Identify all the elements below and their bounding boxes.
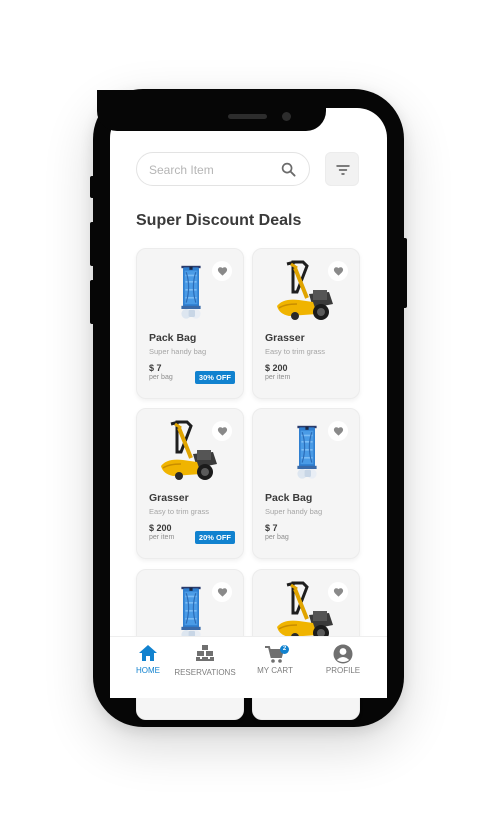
cart-count-badge: 2	[280, 645, 289, 654]
phone-notch	[97, 90, 326, 131]
product-unit: per item	[149, 534, 175, 541]
search-bar[interactable]	[136, 152, 310, 186]
phone-side-button	[402, 238, 407, 308]
speaker	[228, 114, 267, 119]
warehouse-icon	[196, 645, 214, 661]
favorite-button[interactable]	[328, 421, 348, 441]
pack-bag-image	[175, 259, 207, 327]
product-unit: per bag	[265, 534, 289, 541]
product-unit: per item	[265, 374, 291, 381]
phone-side-button	[90, 222, 95, 266]
heart-icon	[333, 587, 344, 598]
tab-reservations[interactable]: RESERVATIONS	[170, 637, 240, 699]
product-description: Easy to trim grass	[265, 347, 326, 356]
product-description: Super handy bag	[265, 507, 323, 516]
heart-icon	[217, 266, 228, 277]
favorite-button[interactable]	[212, 421, 232, 441]
filter-icon	[336, 165, 350, 175]
product-unit: per bag	[149, 374, 173, 381]
discount-badge: 30% OFF	[194, 371, 235, 384]
favorite-button[interactable]	[328, 582, 348, 602]
search-icon[interactable]	[281, 162, 296, 177]
product-card[interactable]: Pack Bag Super handy bag $ 7 per bag	[252, 408, 360, 559]
heart-icon	[217, 587, 228, 598]
favorite-button[interactable]	[212, 261, 232, 281]
favorite-button[interactable]	[212, 582, 232, 602]
product-name: Pack Bag	[149, 332, 197, 344]
product-card[interactable]: Pack Bag Super handy bag $ 7 per bag 30%…	[136, 248, 244, 399]
phone-side-button	[90, 280, 95, 324]
tab-label: MY CART	[257, 666, 293, 675]
filter-button[interactable]	[325, 152, 359, 186]
phone-side-button	[90, 176, 95, 198]
home-icon	[139, 645, 157, 661]
favorite-button[interactable]	[328, 261, 348, 281]
product-name: Grasser	[265, 332, 305, 344]
product-description: Easy to trim grass	[149, 507, 210, 516]
tab-label: RESERVATIONS	[174, 668, 236, 677]
tab-profile[interactable]: PROFILE	[308, 637, 378, 699]
front-camera	[282, 112, 291, 121]
product-card[interactable]: Grasser Easy to trim grass $ 200 per ite…	[136, 408, 244, 559]
product-description: Super handy bag	[149, 347, 207, 356]
heart-icon	[217, 426, 228, 437]
section-title: Super Discount Deals	[136, 212, 302, 229]
pack-bag-image	[291, 419, 323, 487]
product-price: $ 7	[265, 523, 278, 533]
product-price: $ 200	[149, 523, 172, 533]
discount-badge: 20% OFF	[194, 531, 235, 544]
product-price: $ 7	[149, 363, 162, 373]
search-input[interactable]	[149, 161, 279, 179]
heart-icon	[333, 266, 344, 277]
bottom-tab-bar: HOME RESERVATIONS 2 MY CART PROFILE	[110, 636, 387, 698]
product-name: Pack Bag	[265, 492, 313, 504]
profile-icon	[333, 644, 353, 664]
tab-label: PROFILE	[325, 666, 361, 675]
tab-my-cart[interactable]: 2 MY CART	[240, 637, 310, 699]
heart-icon	[333, 426, 344, 437]
product-price: $ 200	[265, 363, 288, 373]
product-name: Grasser	[149, 492, 189, 504]
product-card[interactable]: Grasser Easy to trim grass $ 200 per ite…	[252, 248, 360, 399]
